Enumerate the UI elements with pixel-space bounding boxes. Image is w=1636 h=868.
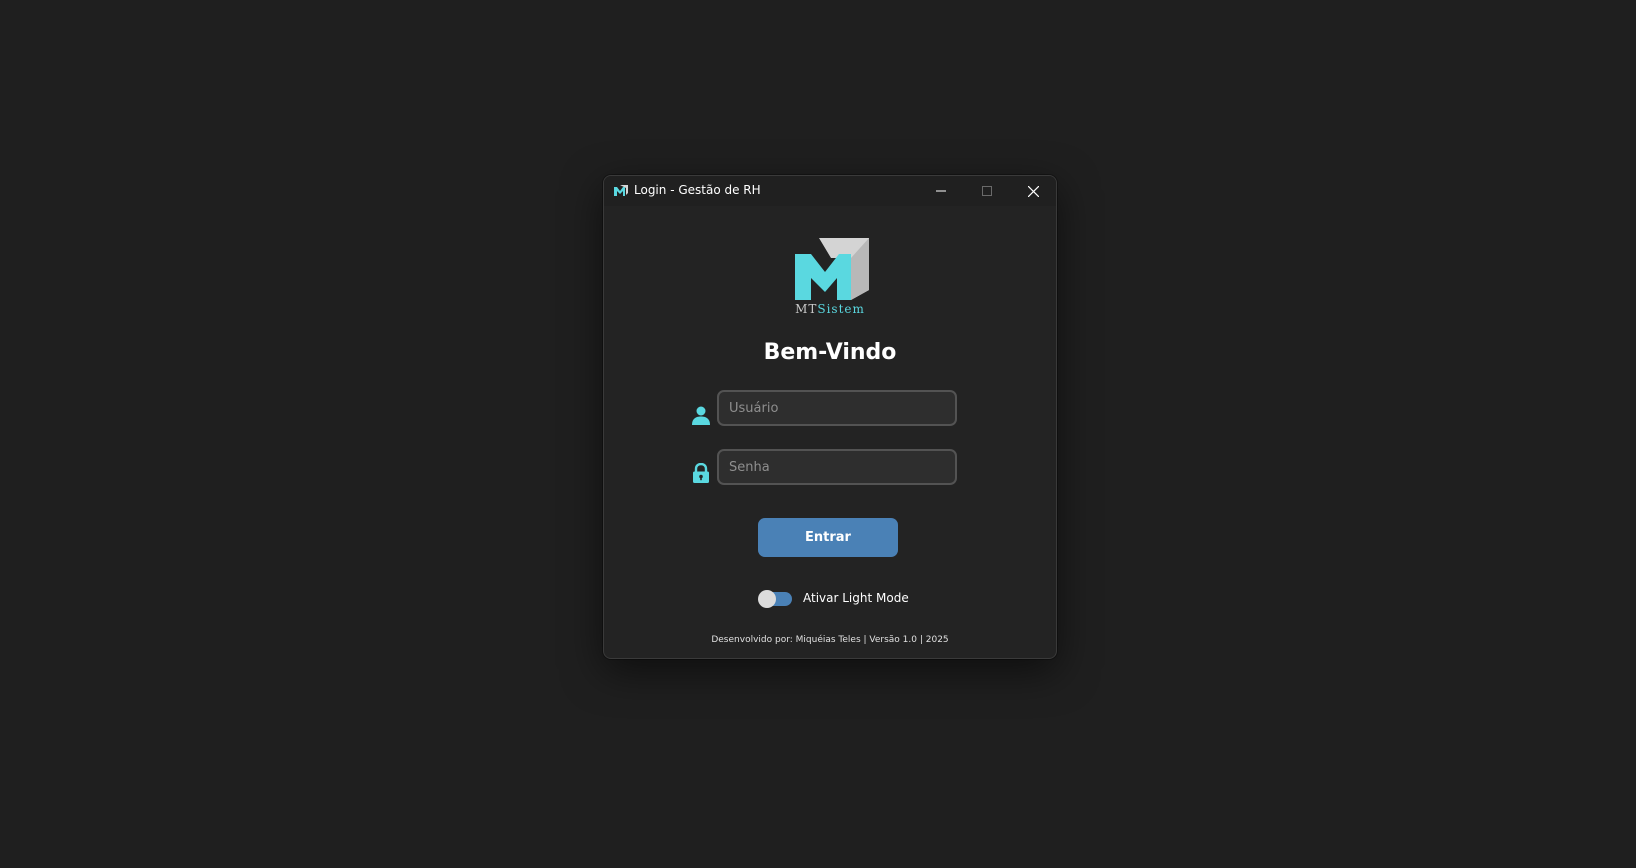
title-bar[interactable]: Login - Gestão de RH bbox=[604, 176, 1056, 206]
toggle-knob bbox=[758, 590, 776, 608]
close-icon bbox=[1027, 185, 1039, 197]
app-icon bbox=[614, 185, 628, 196]
user-icon bbox=[692, 406, 710, 425]
light-mode-toggle[interactable] bbox=[758, 590, 792, 608]
minimize-icon bbox=[936, 190, 946, 192]
login-button[interactable]: Entrar bbox=[758, 518, 898, 557]
light-mode-toggle-label[interactable]: Ativar Light Mode bbox=[803, 591, 909, 605]
login-window: Login - Gestão de RH MTSistem Bem-Vindo bbox=[603, 175, 1057, 659]
maximize-icon bbox=[982, 186, 992, 196]
username-input[interactable] bbox=[717, 390, 957, 426]
minimize-button[interactable] bbox=[918, 176, 964, 206]
logo-text-accent: Sistem bbox=[817, 302, 865, 316]
window-title: Login - Gestão de RH bbox=[634, 183, 761, 197]
password-input[interactable] bbox=[717, 449, 957, 485]
logo-text: MTSistem bbox=[604, 302, 1056, 316]
footer-credits: Desenvolvido por: Miquéias Teles | Versã… bbox=[711, 635, 949, 645]
close-button[interactable] bbox=[1010, 176, 1056, 206]
logo-text-primary: MT bbox=[795, 302, 818, 316]
welcome-heading: Bem-Vindo bbox=[763, 340, 897, 365]
maximize-button[interactable] bbox=[964, 176, 1010, 206]
mtsistem-logo-icon bbox=[795, 238, 869, 300]
lock-icon bbox=[693, 463, 709, 483]
